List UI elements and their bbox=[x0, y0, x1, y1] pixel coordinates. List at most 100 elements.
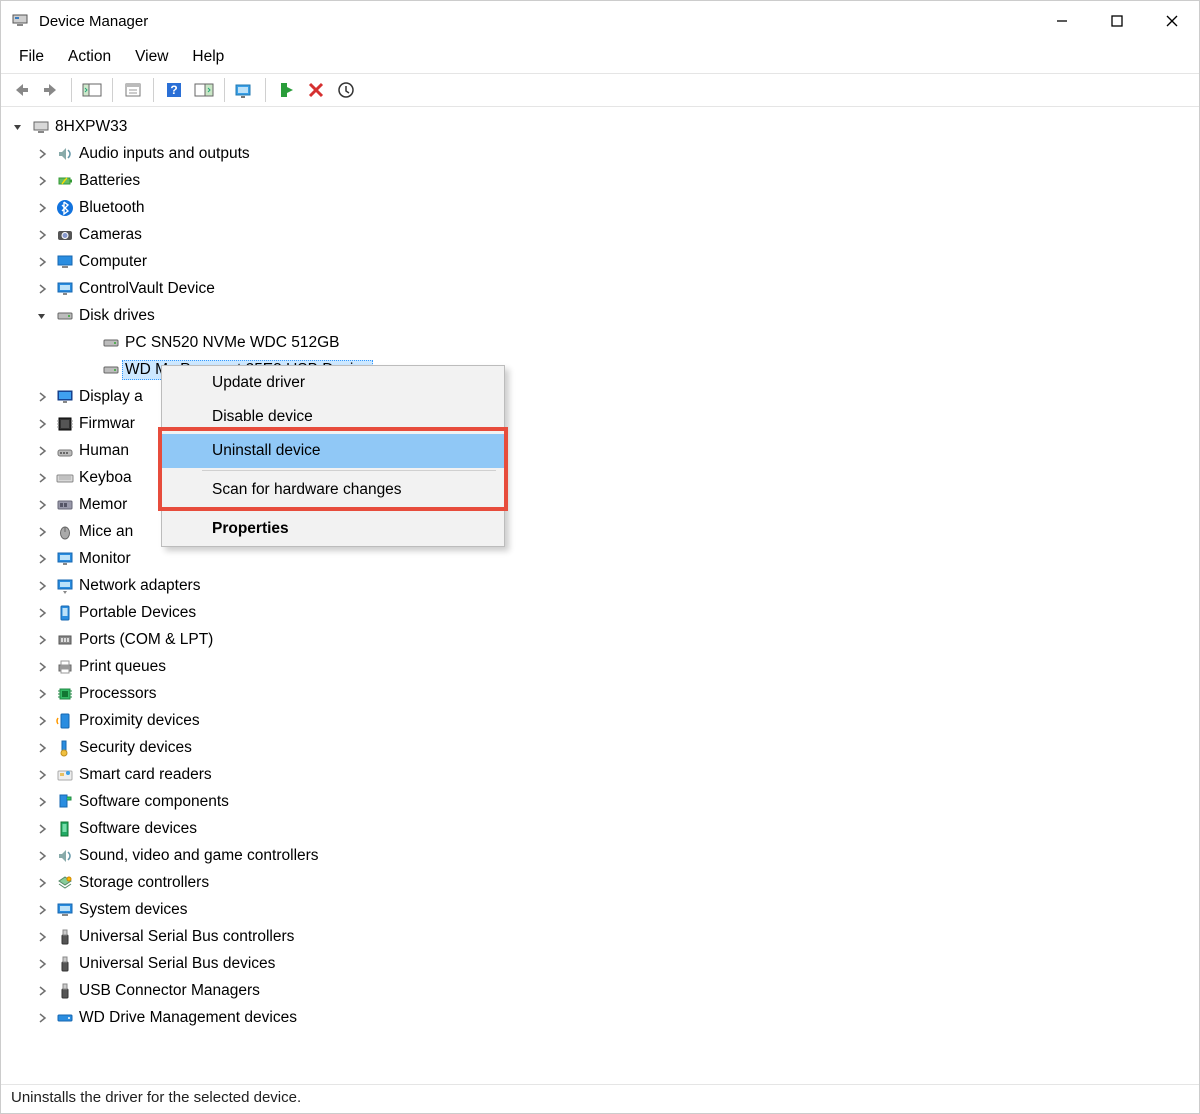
chevron-right-icon[interactable] bbox=[33, 901, 51, 919]
context-properties[interactable]: Properties bbox=[162, 512, 504, 546]
chevron-right-icon[interactable] bbox=[33, 793, 51, 811]
tree-category[interactable]: Processors bbox=[1, 680, 1199, 707]
tree-category[interactable]: Print queues bbox=[1, 653, 1199, 680]
tree-device[interactable]: PC SN520 NVMe WDC 512GB bbox=[1, 329, 1199, 356]
disk-icon bbox=[101, 360, 121, 380]
chevron-down-icon[interactable] bbox=[33, 307, 51, 325]
tree-category[interactable]: WD Drive Management devices bbox=[1, 1004, 1199, 1031]
tree-category[interactable]: Batteries bbox=[1, 167, 1199, 194]
back-button[interactable] bbox=[7, 77, 35, 103]
context-update-driver[interactable]: Update driver bbox=[162, 366, 504, 400]
scan-hardware-button[interactable] bbox=[190, 77, 218, 103]
tree-category[interactable]: Ports (COM & LPT) bbox=[1, 626, 1199, 653]
tree-category-label: Software components bbox=[79, 793, 229, 811]
network-icon bbox=[55, 576, 75, 596]
chevron-right-icon[interactable] bbox=[33, 469, 51, 487]
chevron-right-icon[interactable] bbox=[33, 226, 51, 244]
tree-category[interactable]: Software devices bbox=[1, 815, 1199, 842]
tree-category[interactable]: Portable Devices bbox=[1, 599, 1199, 626]
enable-device-button[interactable] bbox=[272, 77, 300, 103]
tree-category-label: Print queues bbox=[79, 658, 166, 676]
context-menu: Update driver Disable device Uninstall d… bbox=[161, 365, 505, 547]
update-driver-button[interactable] bbox=[231, 77, 259, 103]
context-uninstall-device[interactable]: Uninstall device bbox=[162, 434, 504, 468]
chevron-right-icon[interactable] bbox=[33, 847, 51, 865]
chevron-right-icon[interactable] bbox=[33, 280, 51, 298]
chevron-right-icon[interactable] bbox=[33, 982, 51, 1000]
chevron-right-icon[interactable] bbox=[33, 928, 51, 946]
chevron-right-icon[interactable] bbox=[33, 523, 51, 541]
tree-category[interactable]: Cameras bbox=[1, 221, 1199, 248]
chevron-right-icon[interactable] bbox=[33, 253, 51, 271]
help-button[interactable]: ? bbox=[160, 77, 188, 103]
disk-icon bbox=[55, 306, 75, 326]
context-separator bbox=[202, 470, 496, 471]
chevron-right-icon[interactable] bbox=[33, 820, 51, 838]
mouse-icon bbox=[55, 522, 75, 542]
tree-device-label: PC SN520 NVMe WDC 512GB bbox=[125, 334, 340, 352]
chevron-right-icon[interactable] bbox=[33, 145, 51, 163]
chevron-right-icon[interactable] bbox=[33, 604, 51, 622]
menu-view[interactable]: View bbox=[125, 44, 178, 70]
context-scan-hardware[interactable]: Scan for hardware changes bbox=[162, 473, 504, 507]
minimize-button[interactable] bbox=[1034, 1, 1089, 41]
port-icon bbox=[55, 630, 75, 650]
menu-file[interactable]: File bbox=[9, 44, 54, 70]
tree-category[interactable]: Computer bbox=[1, 248, 1199, 275]
tree-category[interactable]: Storage controllers bbox=[1, 869, 1199, 896]
chevron-right-icon[interactable] bbox=[33, 388, 51, 406]
disable-device-button[interactable] bbox=[332, 77, 360, 103]
chevron-right-icon[interactable] bbox=[33, 631, 51, 649]
tree-category[interactable]: Software components bbox=[1, 788, 1199, 815]
tree-category[interactable]: Universal Serial Bus controllers bbox=[1, 923, 1199, 950]
tree-category[interactable]: Proximity devices bbox=[1, 707, 1199, 734]
chevron-right-icon[interactable] bbox=[33, 739, 51, 757]
forward-button[interactable] bbox=[37, 77, 65, 103]
tree-category[interactable]: Monitor bbox=[1, 545, 1199, 572]
tree-category-label: Display a bbox=[79, 388, 143, 406]
tree-category-label: Mice an bbox=[79, 523, 133, 541]
tree-category[interactable]: Network adapters bbox=[1, 572, 1199, 599]
chevron-right-icon[interactable] bbox=[33, 496, 51, 514]
tree-category-label: Ports (COM & LPT) bbox=[79, 631, 213, 649]
chevron-right-icon[interactable] bbox=[33, 550, 51, 568]
chevron-right-icon[interactable] bbox=[33, 415, 51, 433]
tree-category[interactable]: Sound, video and game controllers bbox=[1, 842, 1199, 869]
close-button[interactable] bbox=[1144, 1, 1199, 41]
chevron-right-icon[interactable] bbox=[33, 577, 51, 595]
tree-category[interactable]: Universal Serial Bus devices bbox=[1, 950, 1199, 977]
uninstall-device-button[interactable] bbox=[302, 77, 330, 103]
tree-category-label: Disk drives bbox=[79, 307, 155, 325]
tree-category[interactable]: Audio inputs and outputs bbox=[1, 140, 1199, 167]
memory-icon bbox=[55, 495, 75, 515]
window-title: Device Manager bbox=[39, 13, 148, 30]
tree-category[interactable]: Disk drives bbox=[1, 302, 1199, 329]
chevron-right-icon[interactable] bbox=[33, 874, 51, 892]
show-hide-console-button[interactable] bbox=[78, 77, 106, 103]
chevron-down-icon[interactable] bbox=[9, 118, 27, 136]
menu-action[interactable]: Action bbox=[58, 44, 121, 70]
tree-root[interactable]: 8HXPW33 bbox=[1, 113, 1199, 140]
tree-category-label: Memor bbox=[79, 496, 127, 514]
chevron-right-icon[interactable] bbox=[33, 442, 51, 460]
chevron-right-icon[interactable] bbox=[33, 1009, 51, 1027]
tree-category[interactable]: Smart card readers bbox=[1, 761, 1199, 788]
tree-category[interactable]: Bluetooth bbox=[1, 194, 1199, 221]
properties-button[interactable] bbox=[119, 77, 147, 103]
context-disable-device[interactable]: Disable device bbox=[162, 400, 504, 434]
tree-category-label: Storage controllers bbox=[79, 874, 209, 892]
chevron-right-icon[interactable] bbox=[33, 712, 51, 730]
chevron-right-icon[interactable] bbox=[33, 685, 51, 703]
chevron-right-icon[interactable] bbox=[33, 172, 51, 190]
chevron-right-icon[interactable] bbox=[33, 955, 51, 973]
tree-category[interactable]: System devices bbox=[1, 896, 1199, 923]
tree-category[interactable]: USB Connector Managers bbox=[1, 977, 1199, 1004]
menu-help[interactable]: Help bbox=[182, 44, 234, 70]
maximize-button[interactable] bbox=[1089, 1, 1144, 41]
device-tree[interactable]: 8HXPW33 Audio inputs and outputs Batteri… bbox=[1, 107, 1199, 1085]
tree-category[interactable]: ControlVault Device bbox=[1, 275, 1199, 302]
chevron-right-icon[interactable] bbox=[33, 766, 51, 784]
chevron-right-icon[interactable] bbox=[33, 199, 51, 217]
tree-category[interactable]: Security devices bbox=[1, 734, 1199, 761]
chevron-right-icon[interactable] bbox=[33, 658, 51, 676]
